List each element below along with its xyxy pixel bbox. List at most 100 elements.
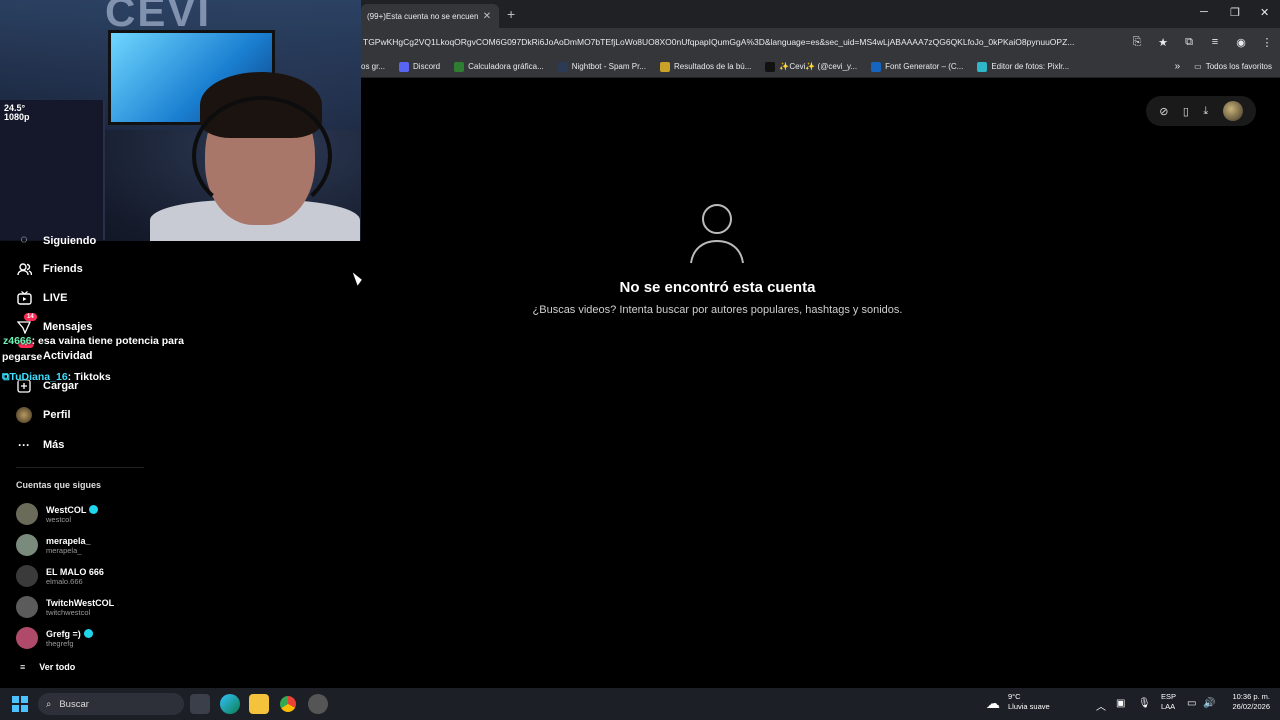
task-view-icon[interactable]: [190, 694, 210, 714]
taskbar-search[interactable]: ⌕ Buscar: [38, 693, 184, 715]
bookmark-item[interactable]: ✨Cevi✨ (@cevi_y...: [765, 61, 858, 72]
close-window-icon[interactable]: ✕: [1260, 6, 1269, 19]
bookmark-item[interactable]: Calculadora gráfica...: [454, 61, 544, 72]
tray-app-icon[interactable]: ▣: [1116, 698, 1125, 709]
sidebar-item-label: Mensajes: [43, 321, 93, 333]
chat-username: z4666: [3, 335, 32, 347]
language-indicator[interactable]: ESP LAA: [1161, 692, 1176, 712]
bookmark-label: Nightbot - Spam Pr...: [571, 62, 646, 71]
following-accounts-title: Cuentas que sigues: [16, 480, 102, 490]
chat-badge-icon: ⧉: [2, 371, 10, 383]
chat-text: : Tiktoks: [67, 371, 111, 383]
download-icon[interactable]: ⤓: [1203, 105, 1208, 118]
microphone-icon[interactable]: 🎙: [1138, 698, 1151, 709]
sidebar-item-profile[interactable]: Perfil: [16, 407, 71, 423]
bookmark-label: Resultados de la bú...: [674, 62, 752, 71]
followed-account[interactable]: Grefg =) thegrefg: [16, 627, 93, 649]
sidebar-item-more[interactable]: ··· Más: [16, 437, 64, 453]
clock[interactable]: 10:36 p. m. 26/02/2026: [1224, 692, 1270, 712]
weather-widget[interactable]: 9°C Lluvia suave: [1008, 692, 1050, 712]
app-icon[interactable]: [308, 694, 328, 714]
edge-icon[interactable]: [220, 694, 240, 714]
browser-tabstrip: (99+)Esta cuenta no se encuen ✕ + ─ ❐ ✕: [361, 0, 1280, 28]
bookmark-star-icon[interactable]: ★: [1150, 36, 1176, 49]
install-app-icon[interactable]: ⎘: [1124, 36, 1150, 49]
followed-account[interactable]: EL MALO 666 elmalo.666: [16, 565, 104, 587]
bookmark-favicon-icon: [557, 61, 568, 72]
bookmark-label: ✨Cevi✨ (@cevi_y...: [779, 62, 858, 71]
bookmark-item[interactable]: Editor de fotos: Pixlr...: [977, 61, 1070, 72]
account-name: TwitchWestCOL: [46, 597, 115, 608]
network-icon[interactable]: ▭: [1187, 698, 1196, 709]
browser-menu-icon[interactable]: ⋮: [1254, 36, 1280, 49]
coins-icon[interactable]: ⊘: [1159, 105, 1168, 118]
avatar: [16, 565, 38, 587]
minimize-icon[interactable]: ─: [1200, 6, 1208, 18]
browser-tab[interactable]: (99+)Esta cuenta no se encuen ✕: [361, 4, 499, 28]
chrome-icon[interactable]: [278, 694, 298, 714]
sidebar-item-following[interactable]: ◌ Siguiendo: [16, 235, 96, 247]
sidebar-divider: [16, 467, 144, 468]
webcam-overlay: CEVI 24.5° 1080p: [0, 0, 361, 241]
bookmark-label: Discord: [413, 62, 441, 71]
bookmark-favicon-icon: [454, 61, 465, 72]
main-content: ⊘ ▯ ⤓ No se encontró esta cuenta ¿Buscas…: [361, 79, 1280, 688]
more-bookmarks-icon[interactable]: »: [1175, 61, 1181, 72]
avatar: [16, 596, 38, 618]
all-favorites-folder[interactable]: ▭ Todos los favoritos: [1194, 62, 1272, 71]
taskbar: ⌕ Buscar ☁ 9°C Lluvia suave ︿ ▣ 🎙 ESP LA…: [0, 688, 1280, 720]
bookmark-favicon-icon: [660, 61, 670, 72]
bookmark-item[interactable]: Resultados de la bú...: [660, 61, 752, 72]
bookmark-item[interactable]: Discord: [399, 61, 441, 72]
volume-icon[interactable]: 🔊: [1203, 698, 1215, 709]
bookmark-item[interactable]: os gr...: [361, 62, 385, 71]
file-explorer-icon[interactable]: [249, 694, 269, 714]
sidebar-item-messages[interactable]: 14 Mensajes: [16, 313, 93, 335]
followed-account[interactable]: TwitchWestCOL twitchwestcol: [16, 596, 114, 618]
bookmark-item[interactable]: Font Generator – (C...: [871, 61, 963, 72]
chat-message: z4666: esa vaina tiene potencia para: [3, 335, 184, 347]
account-handle: elmalo.666: [46, 576, 83, 586]
chat-text: pegarse: [2, 351, 43, 363]
user-avatar[interactable]: [1222, 101, 1243, 121]
more-icon: ···: [18, 438, 30, 452]
chat-message-continuation: pegarse: [2, 351, 42, 363]
sidebar-item-friends[interactable]: Friends: [16, 261, 83, 277]
followed-account[interactable]: merapela_ merapela_: [16, 534, 91, 556]
account-name-row: TwitchWestCOL: [46, 598, 114, 608]
account-text: Grefg =) thegrefg: [46, 629, 93, 648]
verified-badge-icon: [83, 629, 93, 638]
url-field[interactable]: TGPwKHgCg2VQ1LkoqORgvCOM6G097DkRi6JoAoDm…: [361, 37, 1124, 47]
windows-start-icon[interactable]: [12, 696, 28, 712]
chevron-up-icon[interactable]: ︿: [1096, 698, 1106, 713]
sidebar-item-label: Siguiendo: [43, 235, 97, 247]
all-favorites-label: Todos los favoritos: [1205, 62, 1272, 71]
profile-avatar-icon[interactable]: ◉: [1228, 36, 1254, 49]
empty-state-subtitle: ¿Buscas videos? Intenta buscar por autor…: [532, 304, 903, 316]
close-tab-icon[interactable]: ✕: [481, 11, 493, 22]
mobile-icon[interactable]: ▯: [1183, 105, 1189, 118]
sidebar-item-label: Perfil: [43, 409, 71, 421]
lang-bottom: LAA: [1161, 702, 1176, 711]
profile-icon: [16, 407, 32, 423]
media-controls-icon[interactable]: ≡: [1202, 36, 1228, 48]
followed-account[interactable]: WestCOL westcol: [16, 503, 99, 525]
bookmark-item[interactable]: Nightbot - Spam Pr...: [557, 61, 646, 72]
see-all-button[interactable]: ≡ Ver todo: [20, 662, 75, 672]
address-bar: TGPwKHgCg2VQ1LkoqORgvCOM6G097DkRi6JoAoDm…: [361, 28, 1280, 56]
see-all-label: Ver todo: [39, 662, 76, 672]
empty-state-title: No se encontró esta cuenta: [619, 279, 816, 296]
account-handle: thegrefg: [46, 638, 74, 648]
bookmark-label: Editor de fotos: Pixlr...: [991, 62, 1070, 71]
extensions-icon[interactable]: ⧉: [1176, 36, 1202, 49]
search-placeholder: Buscar: [59, 698, 89, 710]
sidebar-item-live[interactable]: LIVE: [16, 290, 67, 306]
account-name: Grefg =): [46, 628, 81, 639]
sidebar-item-label: Más: [43, 439, 65, 451]
bookmarks-bar: os gr... Discord Calculadora gráfica... Nig…: [361, 56, 1280, 78]
restore-icon[interactable]: ❐: [1230, 6, 1240, 19]
clock-time: 10:36 p. m.: [1232, 692, 1270, 701]
weather-icon: ☁: [986, 695, 1000, 711]
new-tab-icon[interactable]: +: [507, 6, 515, 22]
weather-temp: 9°C: [1008, 692, 1021, 701]
